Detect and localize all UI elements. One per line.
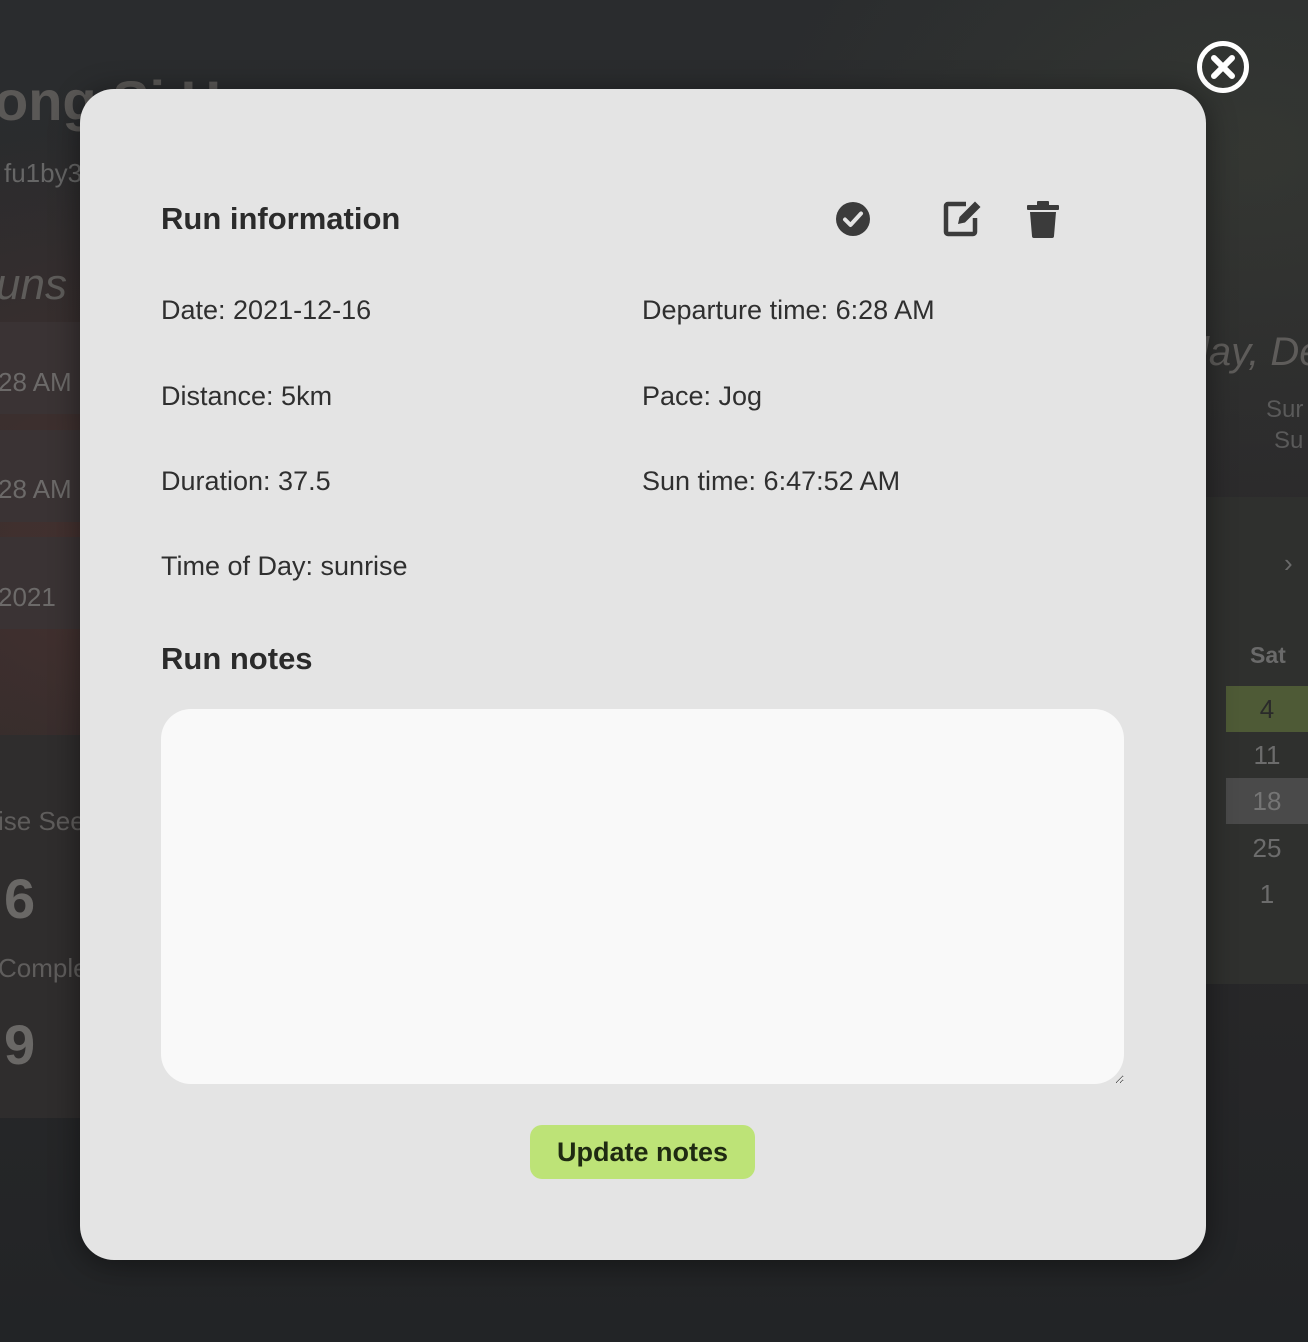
stat-label: Comple bbox=[0, 953, 88, 983]
calendar-weekday-sat: Sat bbox=[1250, 642, 1286, 668]
calendar-day: 4 bbox=[1226, 686, 1308, 732]
sunset-label: Su bbox=[1274, 427, 1304, 454]
calendar-day: 18 bbox=[1226, 778, 1308, 824]
calendar-day: 11 bbox=[1253, 740, 1281, 770]
calendar-day: 25 bbox=[1252, 833, 1282, 863]
stat-value: 6 bbox=[4, 867, 36, 930]
calendar-next-icon: › bbox=[1284, 548, 1293, 578]
calendar-day: 1 bbox=[1259, 879, 1275, 909]
run-time-of-day: Time of Day: sunrise bbox=[161, 551, 408, 581]
run-notes-title: Run notes bbox=[161, 641, 313, 676]
run-distance: Distance: 5km bbox=[161, 381, 333, 411]
close-icon[interactable] bbox=[1196, 40, 1250, 94]
date-heading: lay, De bbox=[1200, 330, 1308, 374]
runs-heading: uns bbox=[0, 260, 67, 309]
stat-value: 9 bbox=[4, 1013, 36, 1076]
run-date: Date: 2021-12-16 bbox=[161, 295, 372, 325]
update-notes-button[interactable]: Update notes bbox=[530, 1125, 755, 1179]
run-list-item-time: 28 AM bbox=[0, 367, 72, 397]
run-departure-time: Departure time: 6:28 AM bbox=[642, 295, 935, 325]
stat-label: ise See bbox=[0, 806, 85, 836]
check-circle-icon[interactable] bbox=[835, 201, 871, 237]
run-details-modal: Run information Date: 2021-12-16 Departu… bbox=[80, 89, 1206, 1260]
trash-icon[interactable] bbox=[1026, 200, 1060, 238]
run-list-item-time: 28 AM bbox=[0, 474, 72, 504]
edit-icon[interactable] bbox=[942, 198, 984, 238]
run-list-item-date: 2021 bbox=[0, 582, 56, 612]
run-information-title: Run information bbox=[161, 201, 401, 236]
profile-username: fu1by3 bbox=[4, 158, 83, 188]
run-pace: Pace: Jog bbox=[642, 381, 763, 411]
run-duration: Duration: 37.5 bbox=[161, 466, 331, 496]
run-notes-textarea[interactable] bbox=[161, 709, 1124, 1084]
run-sun-time: Sun time: 6:47:52 AM bbox=[642, 466, 901, 496]
sunrise-label: Sur bbox=[1266, 396, 1304, 423]
